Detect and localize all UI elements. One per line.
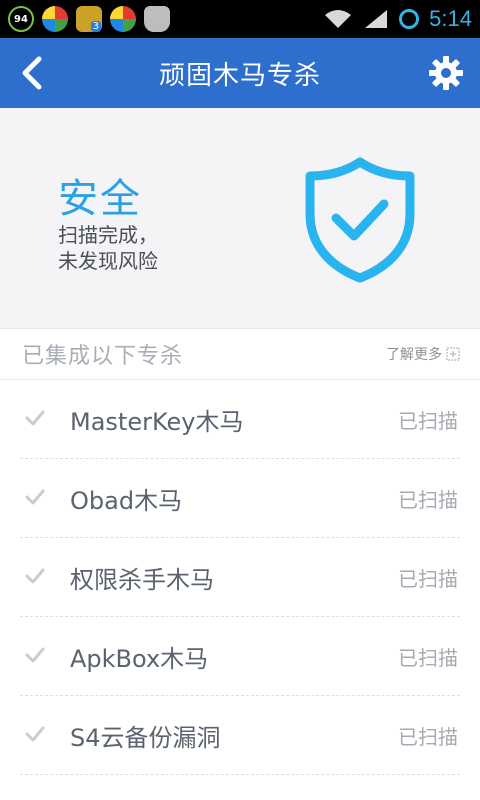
check-icon <box>25 647 45 663</box>
list-item[interactable]: ApkBox木马 已扫描 <box>0 617 480 696</box>
app-notification-icon <box>42 6 68 32</box>
section-title: 已集成以下专杀 <box>22 344 184 369</box>
learn-more-link[interactable]: 了解更多 <box>386 329 460 379</box>
settings-button[interactable] <box>426 53 466 93</box>
list-item[interactable]: 权限杀手木马 已扫描 <box>0 538 480 617</box>
check-icon <box>25 568 45 584</box>
list-item-status: 已扫描 <box>398 488 458 512</box>
app-header: 顽固木马专杀 <box>0 38 480 108</box>
screen: 94 3 5:14 顽固木马专杀 安全 扫描完成， 未发现风险 已集成以下专杀 … <box>0 0 480 800</box>
scanner-list: MasterKey木马 已扫描 Obad木马 已扫描 权限杀手木马 已扫描 Ap… <box>0 380 480 775</box>
app-notification-with-badge-icon: 3 <box>76 6 102 32</box>
scan-result-panel: 安全 扫描完成， 未发现风险 <box>0 108 480 329</box>
app-badge-count: 3 <box>90 21 101 32</box>
list-item[interactable]: MasterKey木马 已扫描 <box>0 380 480 459</box>
expand-icon <box>446 347 460 361</box>
list-item-name: 权限杀手木马 <box>70 566 214 594</box>
status-bar-notifications: 94 3 <box>8 4 170 34</box>
check-icon <box>25 410 45 426</box>
notification-count-badge: 94 <box>8 6 34 32</box>
robot-icon <box>144 6 170 32</box>
learn-more-label: 了解更多 <box>386 347 442 363</box>
status-bar-system: 5:14 <box>323 4 472 34</box>
list-item-name: S4云备份漏洞 <box>70 724 221 752</box>
list-item[interactable]: Obad木马 已扫描 <box>0 459 480 538</box>
wifi-icon <box>325 10 352 28</box>
list-item-status: 已扫描 <box>398 646 458 670</box>
signal-icon <box>365 10 388 28</box>
app-notification-icon <box>110 6 136 32</box>
list-item-name: MasterKey木马 <box>70 408 244 436</box>
scan-status-title: 安全 <box>58 176 142 222</box>
shield-check-icon <box>305 157 415 283</box>
check-icon <box>25 726 45 742</box>
section-header: 已集成以下专杀 了解更多 <box>0 329 480 380</box>
scan-status-description: 扫描完成， 未发现风险 <box>58 223 158 273</box>
list-item[interactable]: S4云备份漏洞 已扫描 <box>0 696 480 775</box>
check-icon <box>25 489 45 505</box>
status-time: 5:14 <box>429 6 472 31</box>
list-item-status: 已扫描 <box>398 409 458 433</box>
ring-icon <box>399 9 420 29</box>
list-item-name: Obad木马 <box>70 487 183 515</box>
list-item-status: 已扫描 <box>398 725 458 749</box>
page-title: 顽固木马专杀 <box>158 60 321 91</box>
list-item-status: 已扫描 <box>398 567 458 591</box>
gear-icon <box>429 56 463 90</box>
status-bar: 94 3 5:14 <box>0 0 480 38</box>
list-item-name: ApkBox木马 <box>70 645 209 673</box>
